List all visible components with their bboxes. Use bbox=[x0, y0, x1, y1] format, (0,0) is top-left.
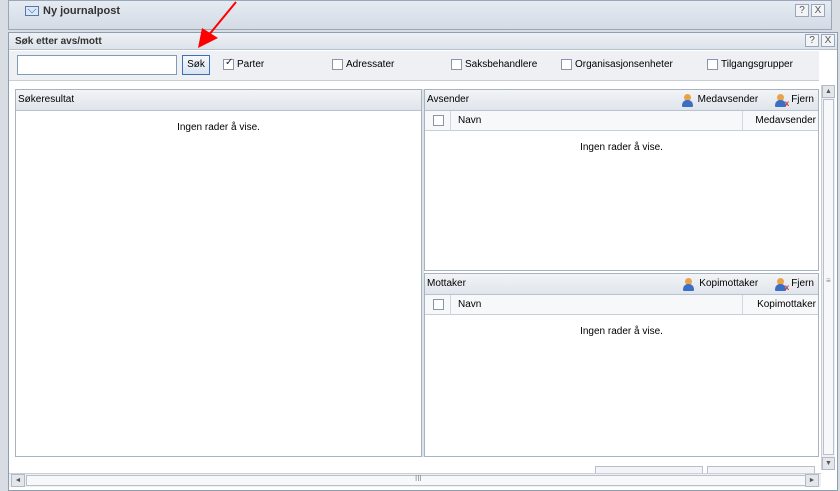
scroll-right-button[interactable]: ► bbox=[805, 474, 819, 487]
dialog-close-button[interactable]: X bbox=[821, 34, 835, 47]
grip-icon: III bbox=[415, 474, 422, 483]
footer-button[interactable] bbox=[707, 466, 815, 473]
remove-sender-label: Fjern bbox=[791, 94, 814, 105]
checkbox-saksbehandlere[interactable]: Saksbehandlere bbox=[451, 59, 537, 70]
background-window: Ny journalpost ? X bbox=[8, 0, 832, 30]
sender-empty-text: Ingen rader å vise. bbox=[580, 142, 663, 153]
checkbox-label: Parter bbox=[237, 59, 265, 70]
background-window-title: Ny journalpost bbox=[25, 5, 120, 17]
results-header: Søkeresultat bbox=[16, 90, 421, 111]
screen: Ny journalpost ? X Søk etter avs/mott ? … bbox=[0, 0, 840, 491]
sender-title: Avsender bbox=[427, 94, 470, 105]
sender-header: Avsender Medavsender x Fjern bbox=[425, 90, 818, 111]
add-copy-recipient-button[interactable]: Kopimottaker bbox=[682, 274, 758, 294]
recipient-empty-text: Ingen rader å vise. bbox=[580, 326, 663, 337]
grip-icon: ≡ bbox=[826, 276, 831, 285]
recipient-header: Mottaker Kopimottaker x Fjern bbox=[425, 274, 818, 295]
recipient-column-header: Navn Kopimottaker bbox=[425, 295, 818, 315]
user-remove-icon: x bbox=[774, 93, 789, 107]
add-co-sender-button[interactable]: Medavsender bbox=[681, 90, 759, 110]
recipient-panel: Mottaker Kopimottaker x Fjern Navn Kopim… bbox=[424, 273, 819, 457]
horizontal-scrollbar[interactable]: ◄ III ► bbox=[9, 473, 821, 487]
scroll-thumb[interactable]: ≡ bbox=[823, 99, 834, 455]
vertical-scrollbar[interactable]: ▲ ≡ ▼ bbox=[821, 85, 835, 470]
results-empty-text: Ingen rader å vise. bbox=[177, 122, 260, 133]
help-button[interactable]: ? bbox=[795, 4, 809, 17]
scroll-left-button[interactable]: ◄ bbox=[11, 474, 25, 487]
checkbox-label: Adressater bbox=[346, 59, 395, 70]
checkbox-box[interactable] bbox=[561, 59, 572, 70]
remove-sender-button[interactable]: x Fjern bbox=[774, 90, 814, 110]
scroll-thumb-horizontal[interactable]: III bbox=[26, 474, 806, 486]
column-co-sender[interactable]: Medavsender bbox=[755, 111, 816, 130]
user-icon bbox=[682, 277, 695, 291]
recipient-title: Mottaker bbox=[427, 278, 466, 289]
checkbox-tilgangsgrupper[interactable]: Tilgangsgrupper bbox=[707, 59, 793, 70]
column-copy-recipient[interactable]: Kopimottaker bbox=[757, 295, 816, 314]
add-copy-recipient-label: Kopimottaker bbox=[699, 278, 759, 289]
select-all-checkbox[interactable] bbox=[433, 299, 444, 310]
mail-icon bbox=[25, 6, 39, 16]
background-window-title-text: Ny journalpost bbox=[43, 5, 121, 17]
close-button[interactable]: X bbox=[811, 4, 825, 17]
checkbox-box[interactable] bbox=[223, 57, 234, 70]
sender-column-header: Navn Medavsender bbox=[425, 111, 818, 131]
checkbox-label: Saksbehandlere bbox=[465, 59, 538, 70]
checkbox-box[interactable] bbox=[707, 59, 718, 70]
select-all-checkbox[interactable] bbox=[433, 115, 444, 126]
user-remove-icon: x bbox=[774, 277, 789, 291]
checkbox-label: Tilgangsgrupper bbox=[721, 59, 793, 70]
dialog-help-button[interactable]: ? bbox=[805, 34, 819, 47]
checkbox-label: Organisasjonsenheter bbox=[575, 59, 673, 70]
search-toolbar: Søk Parter Adressater Saksbehandlere Org… bbox=[9, 51, 819, 81]
add-co-sender-label: Medavsender bbox=[697, 94, 759, 105]
checkbox-parter[interactable]: Parter bbox=[223, 57, 265, 70]
checkbox-adressater[interactable]: Adressater bbox=[332, 59, 394, 70]
search-dialog: Søk etter avs/mott ? X Søk Parter Adress… bbox=[8, 32, 838, 491]
column-name[interactable]: Navn bbox=[458, 111, 481, 130]
remove-recipient-label: Fjern bbox=[791, 278, 814, 289]
annotation-arrow-icon bbox=[198, 1, 237, 48]
search-button[interactable]: Søk bbox=[182, 55, 210, 75]
remove-recipient-button[interactable]: x Fjern bbox=[774, 274, 814, 294]
scroll-down-button[interactable]: ▼ bbox=[822, 457, 835, 470]
checkbox-box[interactable] bbox=[332, 59, 343, 70]
sender-panel: Avsender Medavsender x Fjern Navn Medavs… bbox=[424, 89, 819, 271]
dialog-title: Søk etter avs/mott bbox=[15, 36, 102, 47]
dialog-titlebar: Søk etter avs/mott ? X bbox=[9, 33, 837, 50]
footer-button[interactable] bbox=[595, 466, 703, 473]
checkbox-organisasjonsenheter[interactable]: Organisasjonsenheter bbox=[561, 59, 673, 70]
search-input[interactable] bbox=[17, 55, 177, 75]
column-name[interactable]: Navn bbox=[458, 295, 481, 314]
results-panel: Søkeresultat Ingen rader å vise. bbox=[15, 89, 422, 457]
scroll-up-button[interactable]: ▲ bbox=[822, 85, 835, 98]
user-icon bbox=[681, 93, 694, 107]
checkbox-box[interactable] bbox=[451, 59, 462, 70]
footer-buttons bbox=[595, 466, 815, 473]
